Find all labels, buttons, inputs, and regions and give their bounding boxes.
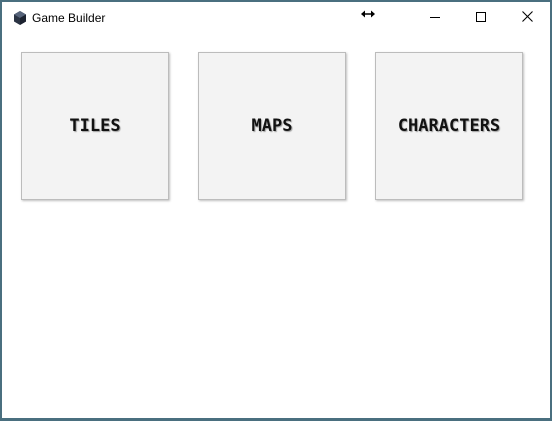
tiles-button[interactable]: TILES xyxy=(21,52,169,200)
maps-button[interactable]: MAPS xyxy=(198,52,346,200)
close-button[interactable] xyxy=(504,2,550,33)
maps-button-label: MAPS xyxy=(251,116,293,136)
game-builder-app-icon xyxy=(12,10,28,26)
minimize-button[interactable] xyxy=(412,2,458,33)
window-title: Game Builder xyxy=(32,11,106,25)
characters-button[interactable]: CHARACTERS xyxy=(375,52,523,200)
main-content: TILES MAPS CHARACTERS xyxy=(2,33,550,418)
app-window: Game Builder TILES MAPS CHARACTERS xyxy=(0,0,552,421)
minimize-icon xyxy=(430,9,440,27)
maximize-button[interactable] xyxy=(458,2,504,33)
tiles-button-label: TILES xyxy=(69,116,121,136)
close-icon xyxy=(521,9,533,27)
horizontal-resize-cursor-icon xyxy=(361,6,375,18)
maximize-icon xyxy=(476,9,486,27)
characters-button-label: CHARACTERS xyxy=(397,116,501,136)
title-bar[interactable]: Game Builder xyxy=(2,2,550,33)
